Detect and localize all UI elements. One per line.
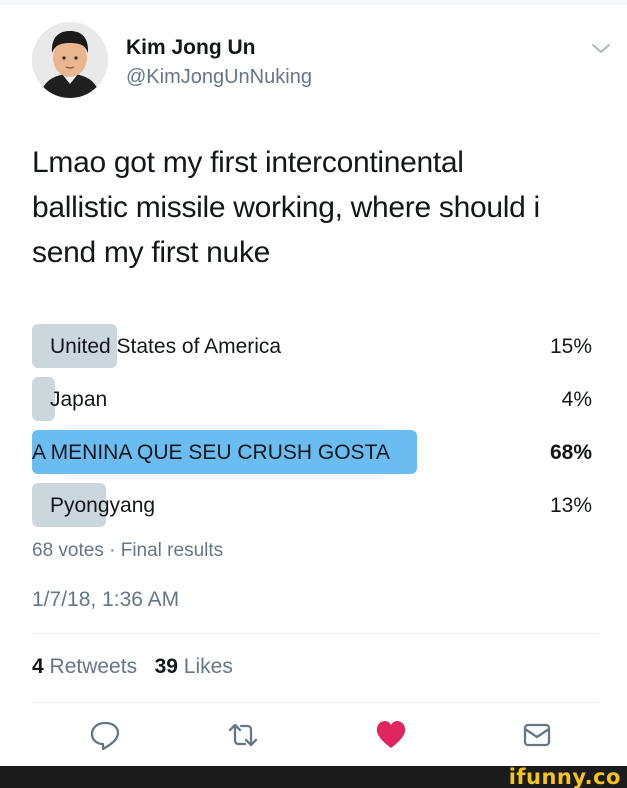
avatar-image (32, 22, 108, 98)
poll: United States of America 15% Japan 4% A … (32, 322, 598, 534)
tweet-header: Kim Jong Un @KimJongUnNuking (0, 18, 627, 110)
poll-option-label: United States of America (50, 335, 282, 358)
avatar[interactable] (32, 22, 108, 98)
reply-icon[interactable] (88, 718, 122, 752)
likes-count: 39 (154, 655, 178, 678)
watermark-bar: ifunny.co (0, 766, 627, 788)
message-icon[interactable] (520, 718, 554, 752)
poll-option-label: A MENINA QUE SEU CRUSH GOSTA (32, 441, 390, 464)
chevron-down-icon[interactable] (590, 42, 612, 56)
heart-icon[interactable] (374, 718, 408, 752)
engagement-stats: 4 Retweets 39 Likes (32, 655, 233, 679)
tweet-text-line: send my first nuke (32, 236, 271, 269)
author-name[interactable]: Kim Jong Un (126, 36, 256, 60)
retweet-icon[interactable] (226, 718, 260, 752)
poll-option-label: Japan (50, 388, 108, 411)
author-handle[interactable]: @KimJongUnNuking (126, 66, 312, 89)
likes-label: Likes (183, 655, 233, 678)
poll-option: Pyongyang 13% (32, 481, 598, 529)
top-border (0, 0, 627, 5)
retweets-count: 4 (32, 655, 44, 678)
poll-option-label: Pyongyang (50, 494, 156, 517)
poll-option-percent: 13% (549, 494, 592, 517)
poll-option-percent: 15% (549, 335, 592, 358)
poll-option: Japan 4% (32, 375, 598, 423)
poll-option: United States of America 15% (32, 322, 598, 370)
poll-option-leading: A MENINA QUE SEU CRUSH GOSTA 68% (32, 428, 598, 476)
tweet-screenshot: Kim Jong Un @KimJongUnNuking Lmao got my… (0, 0, 627, 788)
likes-stat[interactable]: 39 Likes (155, 655, 233, 678)
tweet-text: Lmao got my first intercontinental balli… (32, 140, 612, 275)
poll-option-percent: 4% (561, 388, 592, 411)
poll-option-percent: 68% (549, 441, 592, 464)
retweets-label: Retweets (49, 655, 138, 678)
tweet-text-line: ballistic missile working, where should … (32, 191, 540, 224)
ifunny-watermark: ifunny.co (508, 765, 621, 788)
poll-meta: 68 votes · Final results (32, 540, 224, 561)
retweets-stat[interactable]: 4 Retweets (32, 655, 137, 678)
divider (32, 633, 598, 634)
action-bar (0, 718, 627, 758)
timestamp[interactable]: 1/7/18, 1:36 AM (32, 588, 179, 612)
tweet-text-line: Lmao got my first intercontinental (32, 146, 464, 179)
divider (32, 702, 598, 703)
